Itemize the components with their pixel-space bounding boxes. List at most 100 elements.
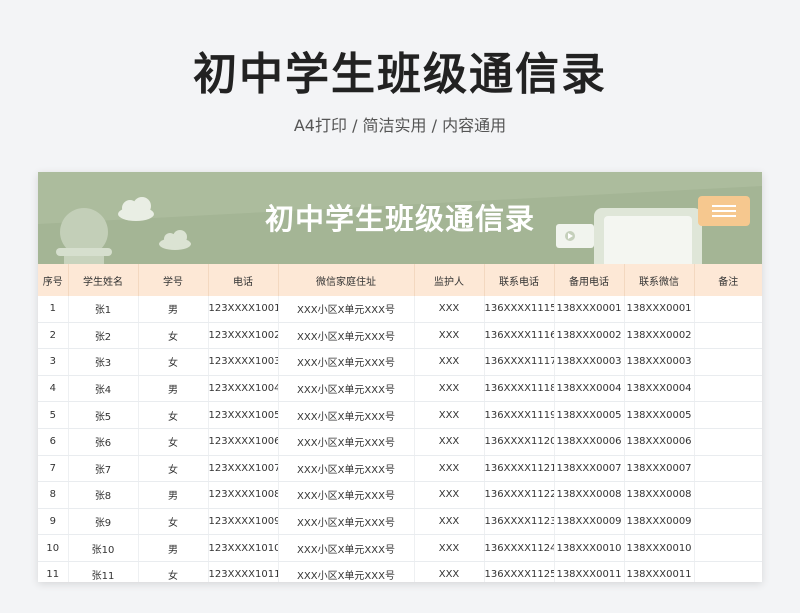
table-cell[interactable]: 136XXXX1122 [484, 481, 555, 509]
table-cell[interactable]: XXX [414, 455, 485, 483]
table-cell[interactable]: 138XXX0002 [554, 322, 625, 350]
table-cell[interactable]: XXX [414, 561, 485, 582]
table-cell[interactable]: 男 [138, 534, 209, 562]
table-cell[interactable]: 张10 [68, 534, 139, 562]
table-cell[interactable]: 136XXXX1121 [484, 455, 555, 483]
table-cell[interactable]: 138XXX0010 [554, 534, 625, 562]
table-cell[interactable] [694, 296, 762, 323]
table-cell[interactable]: 136XXXX1117 [484, 348, 555, 376]
table-cell[interactable]: 张11 [68, 561, 139, 582]
table-cell[interactable]: 138XXX0006 [624, 428, 695, 456]
table-cell[interactable]: 9 [38, 508, 69, 536]
table-cell[interactable]: 136XXXX1123 [484, 508, 555, 536]
table-cell[interactable]: 女 [138, 508, 209, 536]
table-cell[interactable]: 2 [38, 322, 69, 350]
table-cell[interactable]: 6 [38, 428, 69, 456]
table-cell[interactable]: 张2 [68, 322, 139, 350]
table-cell[interactable] [694, 375, 762, 403]
table-cell[interactable] [694, 481, 762, 509]
table-cell[interactable]: XXX小区X单元XXX号 [278, 508, 415, 536]
table-cell[interactable]: 138XXX0001 [624, 296, 695, 323]
table-cell[interactable]: 女 [138, 428, 209, 456]
table-cell[interactable]: XXX [414, 534, 485, 562]
table-cell[interactable]: 136XXXX1118 [484, 375, 555, 403]
table-cell[interactable]: XXX小区X单元XXX号 [278, 296, 415, 323]
table-cell[interactable]: XXX小区X单元XXX号 [278, 534, 415, 562]
table-cell[interactable]: 123XXXX1011 [208, 561, 279, 582]
table-cell[interactable]: 男 [138, 481, 209, 509]
table-cell[interactable]: 男 [138, 375, 209, 403]
table-cell[interactable]: 136XXXX1115 [484, 296, 555, 323]
table-cell[interactable]: 女 [138, 401, 209, 429]
table-cell[interactable]: 5 [38, 401, 69, 429]
table-cell[interactable]: 138XXX0003 [554, 348, 625, 376]
table-cell[interactable]: XXX小区X单元XXX号 [278, 401, 415, 429]
table-cell[interactable]: 女 [138, 455, 209, 483]
table-cell[interactable]: 123XXXX1003 [208, 348, 279, 376]
table-cell[interactable]: 138XXX0005 [554, 401, 625, 429]
table-cell[interactable]: 138XXX0009 [554, 508, 625, 536]
table-cell[interactable]: 8 [38, 481, 69, 509]
table-cell[interactable]: 4 [38, 375, 69, 403]
table-cell[interactable]: XXX小区X单元XXX号 [278, 481, 415, 509]
table-cell[interactable]: 123XXXX1005 [208, 401, 279, 429]
table-cell[interactable]: 138XXX0008 [554, 481, 625, 509]
table-cell[interactable]: 123XXXX1002 [208, 322, 279, 350]
table-cell[interactable]: XXX [414, 481, 485, 509]
table-cell[interactable]: XXX小区X单元XXX号 [278, 375, 415, 403]
table-cell[interactable]: XXX小区X单元XXX号 [278, 455, 415, 483]
table-cell[interactable]: 138XXX0010 [624, 534, 695, 562]
table-cell[interactable]: 123XXXX1006 [208, 428, 279, 456]
table-cell[interactable]: 138XXX0011 [624, 561, 695, 582]
table-cell[interactable]: 123XXXX1009 [208, 508, 279, 536]
table-cell[interactable]: 张8 [68, 481, 139, 509]
table-cell[interactable]: 138XXX0003 [624, 348, 695, 376]
table-cell[interactable] [694, 348, 762, 376]
table-cell[interactable]: XXX [414, 322, 485, 350]
table-cell[interactable]: 女 [138, 322, 209, 350]
table-cell[interactable] [694, 534, 762, 562]
table-cell[interactable]: 张6 [68, 428, 139, 456]
table-cell[interactable] [694, 508, 762, 536]
table-cell[interactable]: XXX [414, 348, 485, 376]
table-cell[interactable]: 123XXXX1008 [208, 481, 279, 509]
table-cell[interactable]: 男 [138, 296, 209, 323]
table-cell[interactable]: 138XXX0001 [554, 296, 625, 323]
table-cell[interactable]: 女 [138, 561, 209, 582]
table-cell[interactable]: 138XXX0002 [624, 322, 695, 350]
table-cell[interactable]: 138XXX0004 [624, 375, 695, 403]
table-cell[interactable]: XXX小区X单元XXX号 [278, 348, 415, 376]
table-cell[interactable]: 138XXX0009 [624, 508, 695, 536]
table-cell[interactable] [694, 428, 762, 456]
table-cell[interactable]: XXX小区X单元XXX号 [278, 322, 415, 350]
table-cell[interactable]: XXX小区X单元XXX号 [278, 561, 415, 582]
table-cell[interactable]: 1 [38, 296, 69, 323]
table-cell[interactable]: 138XXX0008 [624, 481, 695, 509]
table-cell[interactable]: XXX [414, 296, 485, 323]
table-cell[interactable]: 123XXXX1004 [208, 375, 279, 403]
table-cell[interactable]: XXX [414, 508, 485, 536]
table-cell[interactable] [694, 455, 762, 483]
table-cell[interactable]: 138XXX0011 [554, 561, 625, 582]
table-cell[interactable]: 123XXXX1007 [208, 455, 279, 483]
table-cell[interactable]: 136XXXX1124 [484, 534, 555, 562]
table-cell[interactable]: 7 [38, 455, 69, 483]
table-cell[interactable]: 123XXXX1001 [208, 296, 279, 323]
table-cell[interactable] [694, 401, 762, 429]
table-cell[interactable]: 张7 [68, 455, 139, 483]
table-cell[interactable]: 136XXXX1116 [484, 322, 555, 350]
table-cell[interactable]: 138XXX0004 [554, 375, 625, 403]
table-cell[interactable]: 张9 [68, 508, 139, 536]
table-cell[interactable]: 136XXXX1125 [484, 561, 555, 582]
table-cell[interactable] [694, 561, 762, 582]
table-cell[interactable]: 138XXX0007 [554, 455, 625, 483]
table-cell[interactable] [694, 322, 762, 350]
table-cell[interactable]: 11 [38, 561, 69, 582]
table-cell[interactable]: 136XXXX1119 [484, 401, 555, 429]
table-cell[interactable]: 10 [38, 534, 69, 562]
table-cell[interactable]: XXX [414, 375, 485, 403]
table-cell[interactable]: 张3 [68, 348, 139, 376]
table-cell[interactable]: 136XXXX1120 [484, 428, 555, 456]
table-cell[interactable]: 138XXX0007 [624, 455, 695, 483]
table-cell[interactable]: 张5 [68, 401, 139, 429]
